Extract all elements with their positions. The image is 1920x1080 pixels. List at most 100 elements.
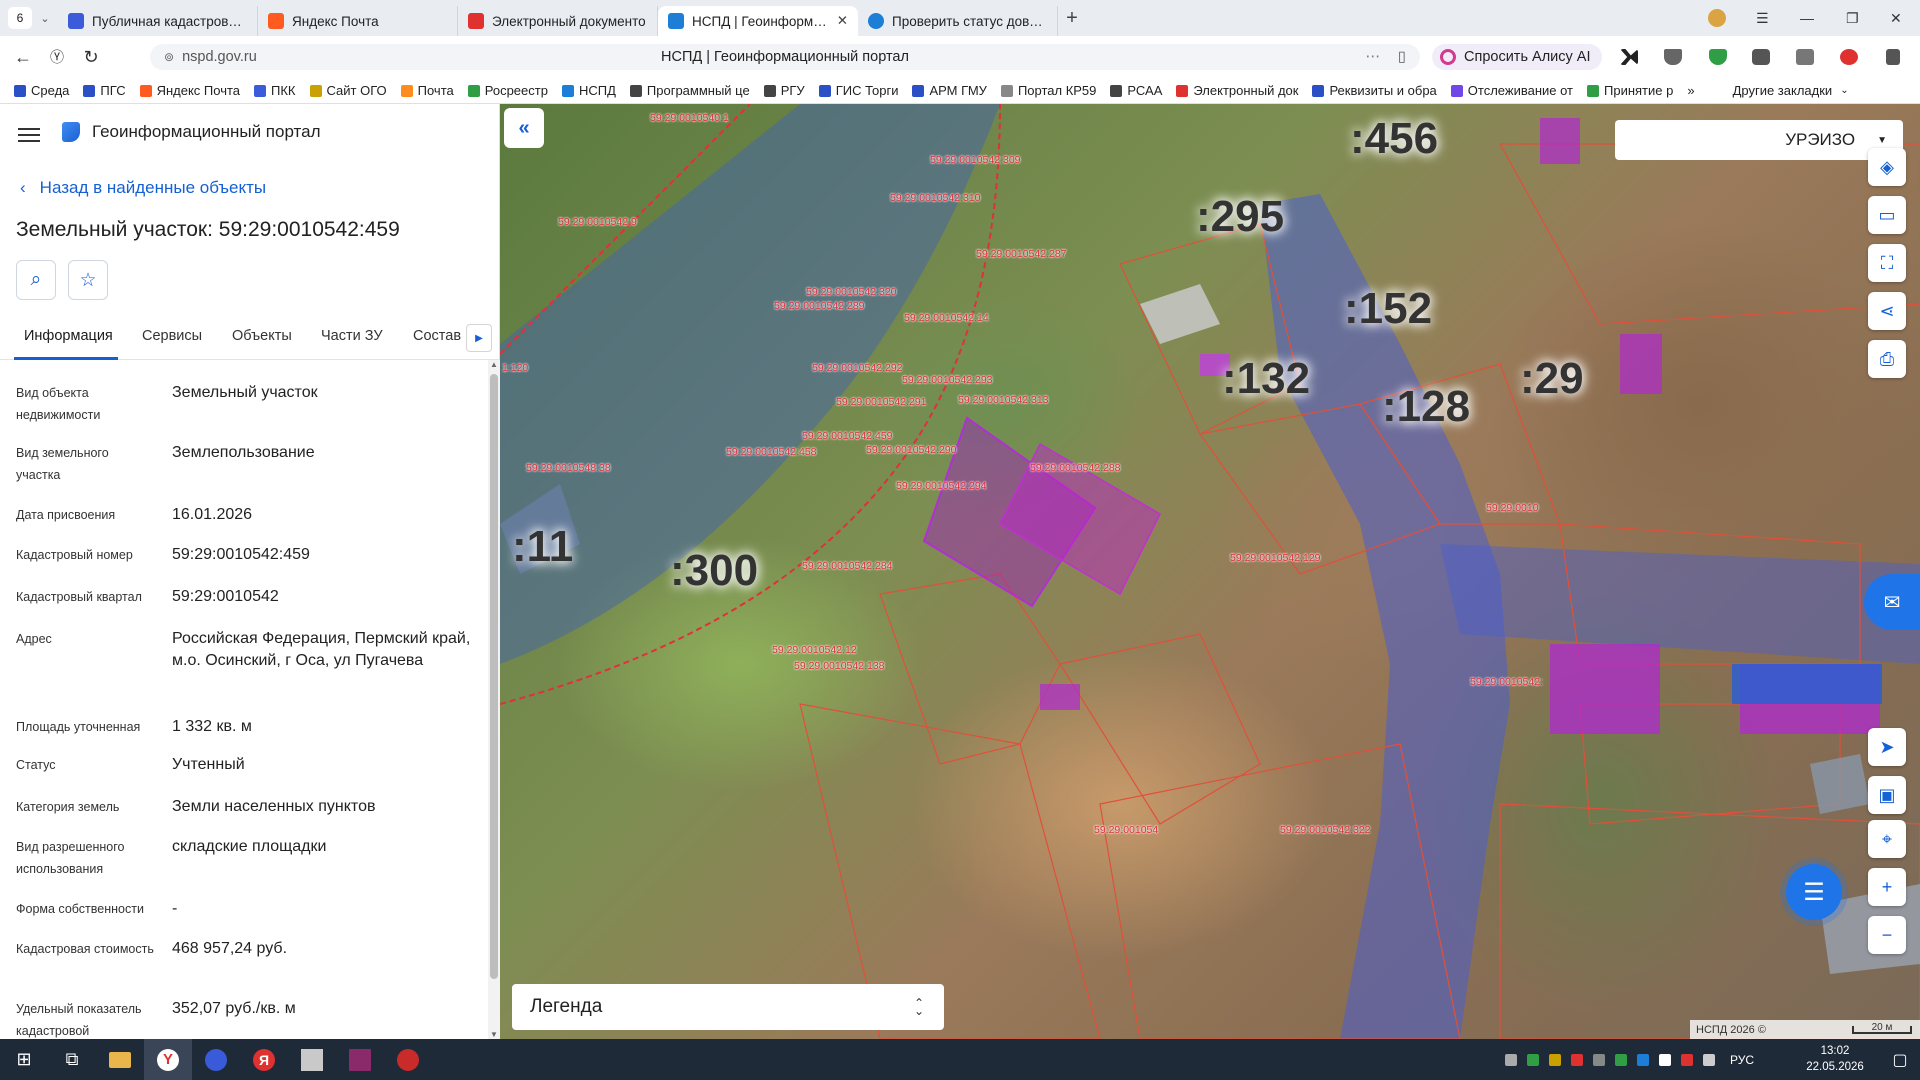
yandex-icon[interactable]: Я <box>240 1039 288 1080</box>
collections-icon[interactable] <box>1796 49 1814 65</box>
minimap-button[interactable]: ▣ <box>1868 776 1906 814</box>
chevron-down-icon[interactable]: ⌄ <box>32 12 58 25</box>
bookmark-item[interactable]: Электронный док <box>1176 83 1298 98</box>
tab-objects[interactable]: Объекты <box>232 328 292 344</box>
yandex-y-icon[interactable]: Ⓨ <box>40 47 74 67</box>
tray-icon[interactable] <box>1681 1053 1693 1066</box>
bookmark-item[interactable]: РСАА <box>1110 83 1162 98</box>
tray-icon[interactable] <box>1549 1053 1561 1066</box>
zoom-out-button[interactable]: − <box>1868 916 1906 954</box>
more-icon[interactable]: ⋯ <box>1366 49 1381 65</box>
hamburger-menu-icon[interactable] <box>18 124 40 146</box>
browser-tab[interactable]: Публичная кадастровая к <box>58 6 258 36</box>
measure-button[interactable]: ▭ <box>1868 196 1906 234</box>
bookmark-item[interactable]: ПКК <box>254 83 296 98</box>
select-area-button[interactable]: ⛶ <box>1868 244 1906 282</box>
new-tab-icon[interactable]: + <box>1058 7 1086 30</box>
bookmark-item[interactable]: НСПД <box>561 83 616 98</box>
shield-icon[interactable] <box>1709 49 1727 65</box>
scroll-down-icon[interactable]: ▼ <box>490 1030 498 1039</box>
tab-composition[interactable]: Состав <box>413 328 461 344</box>
print-button[interactable]: ⎙ <box>1868 340 1906 378</box>
bookmark-item[interactable]: ГИС Торги <box>818 83 898 98</box>
language-indicator[interactable]: РУС <box>1730 1053 1754 1067</box>
bookmark-item[interactable]: Яндекс Почта <box>139 83 240 98</box>
map-view[interactable]: :295 :152 :132 :128 :29 :11 :300 :456 59… <box>500 104 1920 1039</box>
tab-parts[interactable]: Части ЗУ <box>321 328 383 344</box>
notifications-icon[interactable] <box>1840 49 1858 65</box>
browser-tab-active[interactable]: НСПД | Геоинформаци ✕ <box>658 6 858 36</box>
menu-icon[interactable]: ☰ <box>1756 0 1769 36</box>
yandex-browser-icon[interactable]: Y <box>144 1039 192 1080</box>
share-button[interactable]: ⋖ <box>1868 292 1906 330</box>
bookmark-icon[interactable]: ▯ <box>1398 49 1406 65</box>
zoom-to-object-button[interactable]: ⌕ <box>16 260 56 300</box>
browser-tab[interactable]: Яндекс Почта <box>258 6 458 36</box>
zoom-in-button[interactable]: + <box>1868 868 1906 906</box>
start-windows-icon[interactable]: ⊞ <box>0 1039 48 1080</box>
taskbar-clock[interactable]: 13:02 22.05.2026 <box>1800 1043 1870 1075</box>
yandex-profile-icon[interactable] <box>1708 0 1726 36</box>
assistant-button[interactable]: ✉ <box>1864 574 1920 630</box>
browser-tab[interactable]: Электронный документо <box>458 6 658 36</box>
ask-alisa-button[interactable]: Спросить Алису AI <box>1432 44 1602 70</box>
layers-button[interactable]: ◈ <box>1868 148 1906 186</box>
restore-icon[interactable]: ❐ <box>1846 0 1859 36</box>
bookmark-item[interactable]: ПГС <box>83 83 126 98</box>
scroll-up-icon[interactable]: ▲ <box>490 360 498 369</box>
puzzle-icon[interactable] <box>1752 49 1770 65</box>
file-explorer-icon[interactable] <box>96 1039 144 1080</box>
app-icon[interactable] <box>384 1039 432 1080</box>
chat-button[interactable]: ☰ <box>1786 864 1842 920</box>
tab-services[interactable]: Сервисы <box>142 328 202 344</box>
bookmark-item[interactable]: Программный це <box>629 83 750 98</box>
bookmark-item[interactable]: АРМ ГМУ <box>912 83 987 98</box>
tray-icon[interactable] <box>1593 1053 1605 1066</box>
search-location-button[interactable]: ⌖ <box>1868 820 1906 858</box>
app-icon[interactable] <box>192 1039 240 1080</box>
bookmark-item[interactable]: Среда <box>14 83 69 98</box>
panel-scrollbar[interactable]: ▲ ▼ <box>488 360 500 1039</box>
tray-icon[interactable] <box>1637 1053 1649 1066</box>
scrollbar-thumb[interactable] <box>490 374 498 979</box>
close-window-icon[interactable]: ✕ <box>1890 0 1902 36</box>
browser-tab[interactable]: Проверить статус довере <box>858 6 1058 36</box>
back-arrow-icon[interactable]: ← <box>6 47 40 68</box>
tab-information[interactable]: Информация <box>24 328 113 344</box>
url-field[interactable]: ⊚ nspd.gov.ru НСПД | Геоинформационный п… <box>150 44 1420 70</box>
download-icon[interactable] <box>1886 49 1900 65</box>
reload-icon[interactable]: ↻ <box>74 47 108 68</box>
other-bookmarks[interactable]: Другие закладки ⌄ <box>1733 83 1849 98</box>
task-view-icon[interactable]: ⧉ <box>48 1039 96 1080</box>
bookmark-item[interactable]: Принятие р <box>1587 83 1673 98</box>
layer-select[interactable]: УРЭИЗО ▼ <box>1615 120 1903 160</box>
close-tab-icon[interactable]: ✕ <box>837 13 848 29</box>
bookmark-item[interactable]: Портал КР59 <box>1000 83 1096 98</box>
favorite-button[interactable]: ☆ <box>68 260 108 300</box>
extension-icon[interactable] <box>1664 49 1682 65</box>
notifications-icon[interactable]: ▢ <box>1880 1039 1920 1080</box>
network-icon[interactable] <box>1659 1053 1671 1066</box>
bookmarks-overflow[interactable]: » <box>1687 83 1694 98</box>
minimize-icon[interactable]: — <box>1800 0 1814 36</box>
tabs-scroll-right-icon[interactable]: ▶ <box>466 324 492 352</box>
tray-icon[interactable] <box>1527 1053 1539 1066</box>
app-icon[interactable] <box>288 1039 336 1080</box>
bookmark-item[interactable]: Отслеживание от <box>1450 83 1573 98</box>
bookmark-item[interactable]: Реквизиты и обра <box>1312 83 1437 98</box>
bookmark-item[interactable]: РГУ <box>763 83 805 98</box>
back-to-results-link[interactable]: ‹ Назад в найденные объекты <box>20 178 266 198</box>
bookmark-item[interactable]: Сайт ОГО <box>309 83 387 98</box>
locate-button[interactable]: ➤ <box>1868 728 1906 766</box>
bookmark-item[interactable]: Почта <box>400 83 454 98</box>
volume-icon[interactable] <box>1703 1053 1715 1066</box>
collapse-panel-button[interactable]: « <box>504 108 544 148</box>
winrar-icon[interactable] <box>336 1039 384 1080</box>
bookmark-item[interactable]: Росреестр <box>467 83 548 98</box>
tray-icon[interactable] <box>1571 1053 1583 1066</box>
tab-counter[interactable]: 6 <box>8 7 32 29</box>
tray-icon[interactable] <box>1505 1053 1517 1066</box>
tray-icon[interactable] <box>1615 1053 1627 1066</box>
extension-icon[interactable] <box>1620 49 1638 65</box>
legend-panel[interactable]: Легенда ⌃ ⌄ <box>512 984 944 1030</box>
